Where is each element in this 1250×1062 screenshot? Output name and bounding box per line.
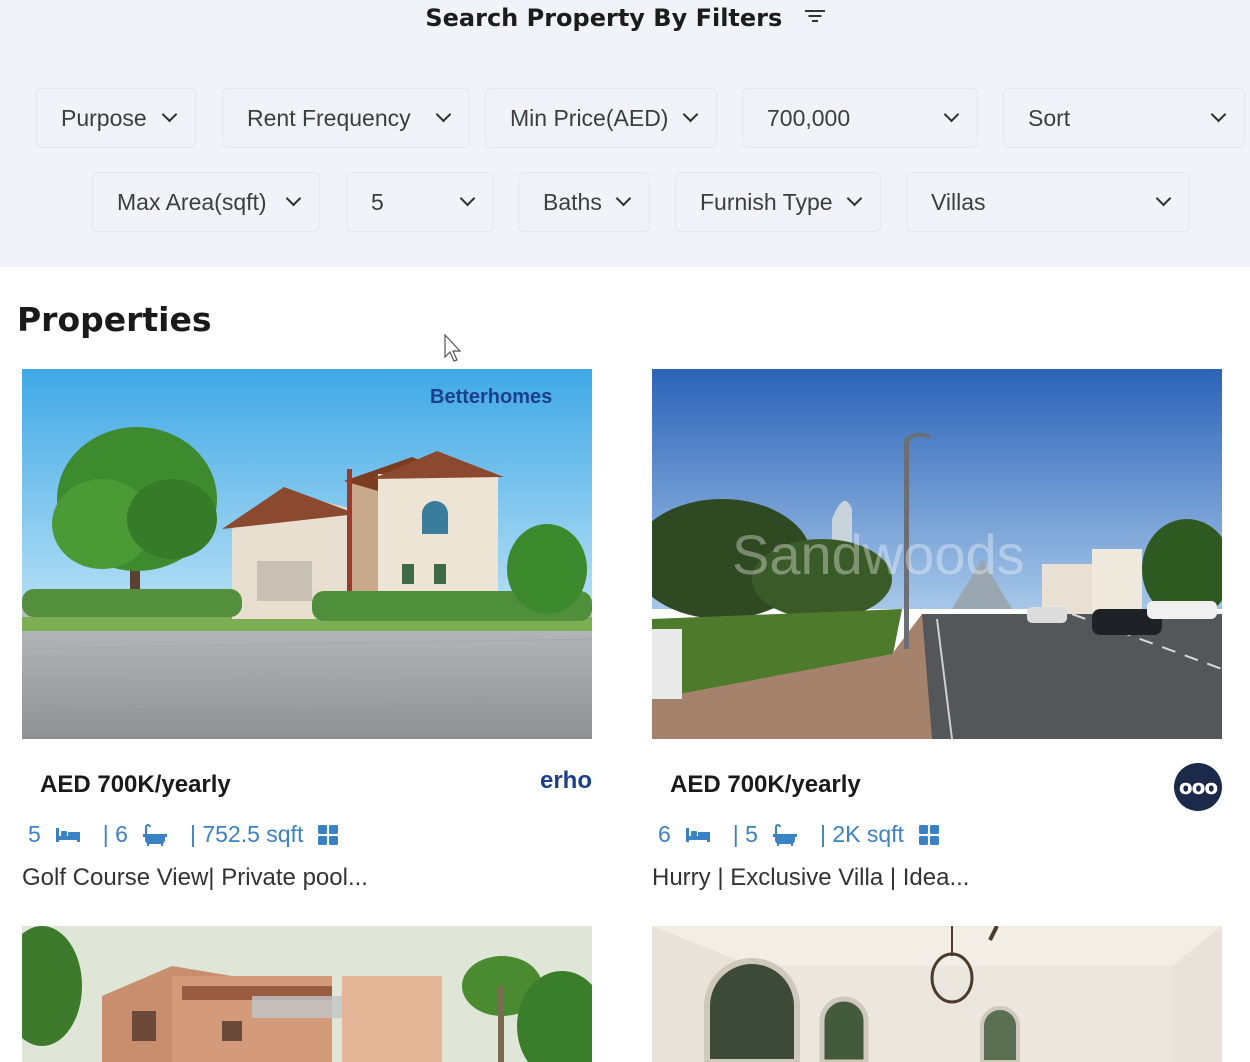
bed-icon (55, 827, 80, 842)
property-price: AED 700K/yearly (670, 771, 861, 798)
furnish-type-select[interactable]: Furnish Type (675, 172, 881, 232)
property-title[interactable]: Golf Course View| Private pool... (22, 864, 368, 892)
property-image[interactable] (652, 926, 1222, 1062)
max-area-select-value: Max Area(sqft) (117, 188, 267, 215)
rooms-count: 5 (28, 821, 41, 847)
filter-icon[interactable] (804, 9, 825, 23)
filters-heading: Search Property By Filters (0, 4, 1250, 32)
baths-select[interactable]: Baths (518, 172, 650, 232)
min-price-select[interactable]: Min Price(AED) (485, 88, 717, 148)
agency-logo[interactable]: erho (540, 767, 592, 795)
chevron-down-icon (682, 106, 699, 123)
bath-icon (772, 823, 797, 846)
filter-panel: Search Property By Filters Purpose Rent … (0, 0, 1250, 267)
baths-count: | 5 (732, 821, 758, 847)
image-brand-text: Betterhomes (430, 386, 552, 408)
rooms-count: 6 (658, 821, 671, 847)
chevron-down-icon (1210, 106, 1227, 123)
chevron-down-icon (161, 106, 178, 123)
filters-title: Search Property By Filters (425, 4, 783, 32)
purpose-select-value: Purpose (61, 104, 147, 131)
property-image[interactable]: Sandwoods (652, 369, 1222, 739)
furnish-type-select-value: Furnish Type (700, 188, 833, 215)
grid-icon (918, 824, 939, 845)
baths-count: | 6 (102, 821, 128, 847)
area-size: | 2K sqft (819, 821, 904, 847)
property-card[interactable]: Betterhomes AED 700K/yearly erho 5 | 6 |… (22, 369, 592, 899)
rooms-select[interactable]: 5 (346, 172, 494, 232)
property-card[interactable]: Sandwoods AED 700K/yearly ooo 6 | 5 | 2K… (652, 369, 1222, 899)
area-size: | 752.5 sqft (189, 821, 304, 847)
max-price-select[interactable]: 700,000 (742, 88, 978, 148)
grid-icon (318, 824, 339, 845)
property-price: AED 700K/yearly (40, 771, 231, 798)
rent-frequency-select-value: Rent Frequency (247, 104, 411, 131)
min-price-select-value: Min Price(AED) (510, 104, 669, 131)
rooms-select-value: 5 (371, 188, 384, 215)
property-image[interactable] (22, 926, 592, 1062)
baths-select-value: Baths (543, 188, 602, 215)
sort-select-value: Sort (1028, 104, 1071, 131)
section-title: Properties (17, 300, 212, 339)
purpose-select[interactable]: Purpose (36, 88, 196, 148)
bath-icon (142, 823, 167, 846)
property-image[interactable]: Betterhomes (22, 369, 592, 739)
max-area-select[interactable]: Max Area(sqft) (92, 172, 320, 232)
image-watermark-text: Sandwoods (732, 523, 1025, 586)
chevron-down-icon (1155, 190, 1172, 207)
chevron-down-icon (846, 190, 863, 207)
agency-logo[interactable]: ooo (1174, 763, 1222, 811)
property-title[interactable]: Hurry | Exclusive Villa | Idea... (652, 864, 969, 892)
mouse-pointer-icon (444, 334, 462, 362)
sort-select[interactable]: Sort (1003, 88, 1245, 148)
chevron-down-icon (285, 190, 302, 207)
property-stats: 5 | 6 | 752.5 sqft (28, 821, 361, 848)
chevron-down-icon (435, 106, 452, 123)
property-type-select-value: Villas (931, 188, 986, 215)
rent-frequency-select[interactable]: Rent Frequency (222, 88, 470, 148)
property-stats: 6 | 5 | 2K sqft (658, 821, 962, 848)
bed-icon (685, 827, 710, 842)
chevron-down-icon (459, 190, 476, 207)
chevron-down-icon (615, 190, 632, 207)
max-price-select-value: 700,000 (767, 104, 851, 131)
property-type-select[interactable]: Villas (906, 172, 1190, 232)
chevron-down-icon (943, 106, 960, 123)
